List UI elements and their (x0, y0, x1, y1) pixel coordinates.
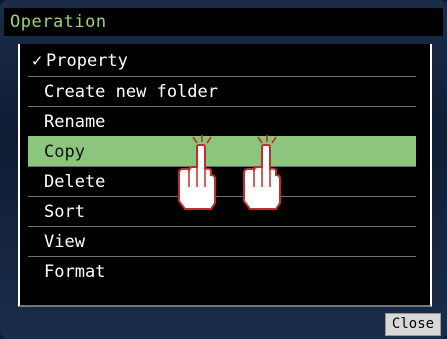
menu-item-label: Rename (44, 112, 106, 132)
menu-item-copy[interactable]: Copy (28, 136, 416, 166)
operation-menu: ✓ Property Create new folder Rename Copy … (18, 44, 432, 307)
menu-item-label: Delete (44, 172, 106, 192)
check-icon: ✓ (32, 51, 43, 71)
menu-item-label: Property (46, 51, 128, 71)
menu-item-label: View (44, 232, 85, 252)
hand-pointer-icon (243, 135, 281, 210)
menu-item-label: Create new folder (44, 82, 218, 102)
menu-item-view[interactable]: View (28, 226, 416, 256)
menu-item-sort[interactable]: Sort (28, 196, 416, 226)
menu-item-delete[interactable]: Delete (28, 166, 416, 196)
menu-item-create-new-folder[interactable]: Create new folder (28, 76, 416, 106)
menu-item-label: Sort (44, 202, 85, 222)
menu-item-property[interactable]: ✓ Property (28, 46, 416, 76)
menu-item-label: Format (44, 262, 106, 282)
close-button[interactable]: Close (385, 313, 441, 336)
dialog-title: Operation (10, 12, 107, 32)
title-bar: Operation (4, 8, 443, 36)
operation-dialog: Operation ✓ Property Create new folder Re… (0, 0, 447, 339)
menu-item-label: Copy (44, 142, 85, 162)
hand-pointer-icon (178, 135, 216, 210)
menu-item-format[interactable]: Format (28, 256, 416, 286)
menu-item-rename[interactable]: Rename (28, 106, 416, 136)
